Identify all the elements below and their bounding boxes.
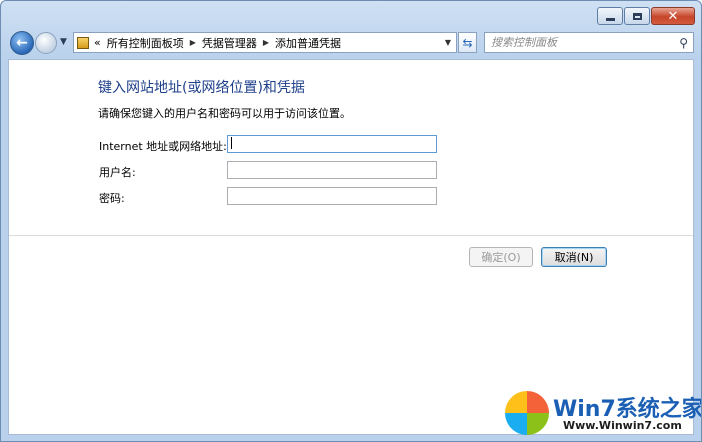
search-icon[interactable]: ⚲ <box>679 34 688 53</box>
maximize-icon <box>632 12 642 20</box>
windows-logo-icon <box>505 391 549 435</box>
refresh-button[interactable]: ⇆ <box>458 32 477 53</box>
minimize-icon <box>605 17 615 21</box>
breadcrumb-chevron-icon[interactable]: ▶ <box>263 38 269 47</box>
username-label: 用户名: <box>99 166 136 179</box>
main-content: 键入网站地址(或网络位置)和凭据 请确保您键入的用户名和密码可以用于访问该位置。… <box>8 59 694 435</box>
caption-buttons: ✕ <box>596 7 695 25</box>
maximize-button[interactable] <box>624 7 650 25</box>
control-panel-icon <box>77 36 89 49</box>
divider <box>9 235 693 236</box>
cancel-button[interactable]: 取消(N) <box>541 247 607 267</box>
site-watermark: Win7系统之家 Www.Winwin7.com <box>501 389 701 437</box>
search-placeholder: 搜索控制面板 <box>491 36 557 49</box>
minimize-button[interactable] <box>597 7 623 25</box>
close-icon: ✕ <box>667 8 679 24</box>
ok-button[interactable]: 确定(O) <box>469 247 533 267</box>
forward-button[interactable] <box>35 32 57 54</box>
username-field[interactable] <box>227 161 437 179</box>
address-bar[interactable]: « 所有控制面板项 ▶ 凭据管理器 ▶ 添加普通凭据 ▼ <box>73 32 457 53</box>
breadcrumb-chevron-icon[interactable]: ▶ <box>190 38 196 47</box>
refresh-icon: ⇆ <box>462 35 473 50</box>
password-field[interactable] <box>227 187 437 205</box>
password-label: 密码: <box>99 192 125 205</box>
breadcrumb-credential-manager[interactable]: 凭据管理器 <box>202 35 257 51</box>
address-label: Internet 地址或网络地址: <box>99 140 227 153</box>
watermark-url: Www.Winwin7.com <box>563 419 682 432</box>
history-dropdown-icon[interactable]: ▼ <box>60 37 67 47</box>
breadcrumb-add-generic-credential[interactable]: 添加普通凭据 <box>275 35 341 51</box>
close-button[interactable]: ✕ <box>651 7 695 25</box>
address-field[interactable] <box>227 135 437 153</box>
page-title: 键入网站地址(或网络位置)和凭据 <box>98 80 305 96</box>
address-dropdown-icon[interactable]: ▼ <box>445 38 451 47</box>
text-caret <box>231 137 232 149</box>
breadcrumb-all-control-panel-items[interactable]: 所有控制面板项 <box>107 35 184 51</box>
back-arrow-icon: ← <box>16 35 28 51</box>
back-button[interactable]: ← <box>10 31 34 55</box>
breadcrumb-overflow[interactable]: « <box>94 36 101 49</box>
search-input[interactable]: 搜索控制面板 ⚲ <box>484 32 694 53</box>
navigation-bar: ← ▼ « 所有控制面板项 ▶ 凭据管理器 ▶ 添加普通凭据 ▼ ⇆ 搜索控制面… <box>1 29 701 57</box>
credential-manager-window: ✕ ← ▼ « 所有控制面板项 ▶ 凭据管理器 ▶ 添加普通凭据 ▼ ⇆ 搜索控… <box>0 0 702 442</box>
page-description: 请确保您键入的用户名和密码可以用于访问该位置。 <box>98 107 351 120</box>
